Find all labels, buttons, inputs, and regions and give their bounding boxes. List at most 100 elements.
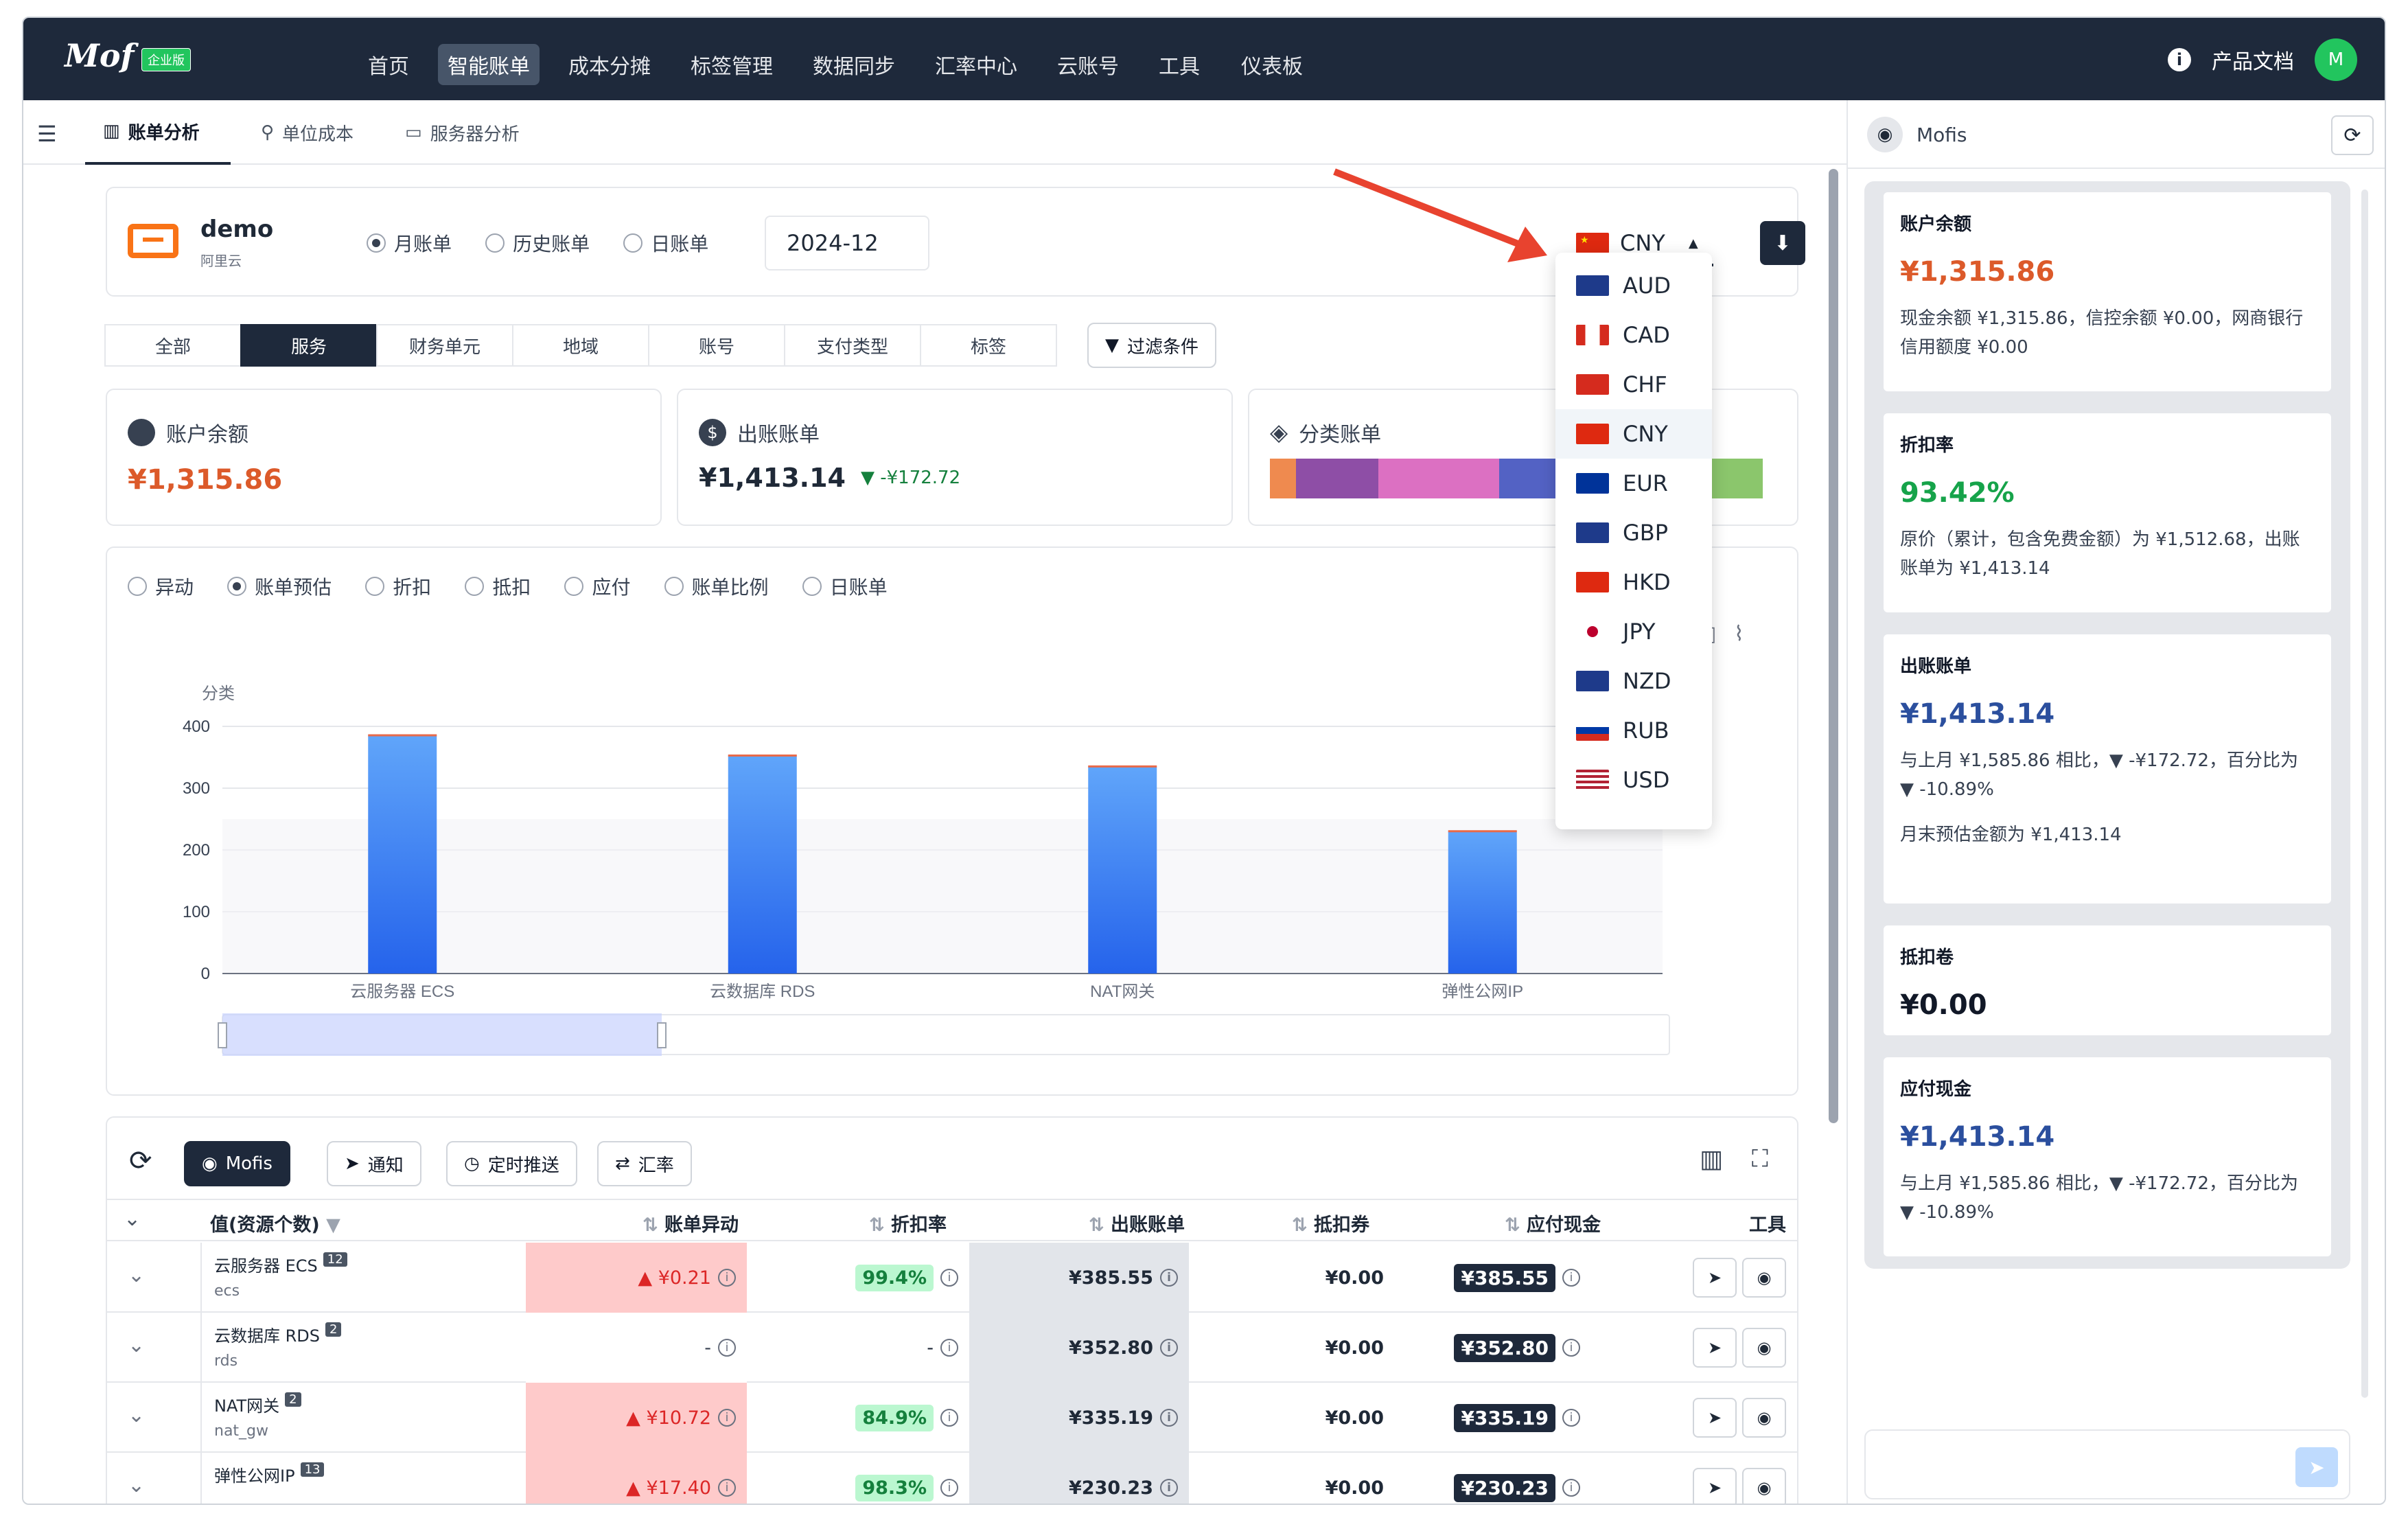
- expand-all-icon[interactable]: ⌄: [124, 1207, 141, 1231]
- dim-tag[interactable]: 标签: [920, 324, 1057, 367]
- avatar[interactable]: M: [2315, 38, 2357, 81]
- bill-label: 出账账单: [737, 423, 820, 447]
- currency-option-aud[interactable]: AUD: [1555, 261, 1712, 310]
- row-send-button[interactable]: ➤: [1693, 1328, 1737, 1368]
- panel-scrollbar[interactable]: [2361, 189, 2368, 1398]
- tab-server-analysis[interactable]: ▭ 服务器分析: [387, 100, 537, 165]
- col-cash[interactable]: ⇅ 应付现金: [1505, 1210, 1601, 1236]
- resource-count-badge: 2: [285, 1392, 301, 1407]
- side-card-desc: 与上月 ¥1,585.86 相比，▼ -¥172.72，百分比为 ▼ -10.8…: [1900, 1173, 2299, 1223]
- nav-exchange-rate[interactable]: 汇率中心: [925, 44, 1027, 85]
- opt-daily[interactable]: 日账单: [802, 573, 888, 600]
- opt-anomaly[interactable]: 异动: [128, 573, 194, 600]
- currency-option-cad[interactable]: CAD: [1555, 310, 1712, 360]
- gb-flag-icon: [1576, 522, 1609, 543]
- radio-history[interactable]: 历史账单: [485, 229, 590, 257]
- col-resource[interactable]: 值(资源个数) ▼: [210, 1210, 340, 1236]
- brand-logo[interactable]: Mof: [65, 37, 134, 74]
- download-button[interactable]: ⬇: [1760, 221, 1805, 265]
- mofis-button[interactable]: ◉ Mofis: [184, 1141, 290, 1186]
- nav-smart-bill[interactable]: 智能账单: [438, 44, 540, 85]
- currency-option-cny[interactable]: CNY: [1555, 409, 1712, 459]
- currency-option-hkd[interactable]: HKD: [1555, 557, 1712, 607]
- currency-code: EUR: [1623, 470, 1668, 496]
- fullscreen-icon[interactable]: ⛶: [1752, 1145, 1768, 1173]
- panel-refresh-button[interactable]: ⟳: [2331, 115, 2374, 155]
- row-mofis-button[interactable]: ◉: [1742, 1258, 1786, 1298]
- currency-option-chf[interactable]: CHF: [1555, 360, 1712, 409]
- currency-option-nzd[interactable]: NZD: [1555, 656, 1712, 706]
- opt-discount[interactable]: 折扣: [365, 573, 431, 600]
- col-discount[interactable]: ⇅ 折扣率: [869, 1210, 947, 1236]
- filter-button[interactable]: ▼ 过滤条件: [1087, 323, 1217, 368]
- month-picker[interactable]: 2024-12: [765, 216, 929, 270]
- notify-button[interactable]: ➤ 通知: [327, 1141, 421, 1186]
- expand-row-icon[interactable]: ⌄: [128, 1263, 145, 1287]
- y-tick-label: 200: [183, 841, 210, 860]
- dim-account[interactable]: 账号: [648, 324, 785, 367]
- dim-all[interactable]: 全部: [104, 324, 242, 367]
- notify-label: 通知: [367, 1155, 404, 1176]
- col-coupon[interactable]: ⇅ 抵扣券: [1292, 1210, 1369, 1236]
- exchange-rate-button[interactable]: ⇄ 汇率: [597, 1141, 692, 1186]
- tab-bill-analysis[interactable]: ▥ 账单分析: [85, 100, 231, 165]
- table-header: ⌄ 值(资源个数) ▼ ⇅ 账单异动 ⇅ 折扣率 ⇅ 出账账单 ⇅ 抵扣券 ⇅ …: [107, 1199, 1797, 1241]
- info-icon[interactable]: i: [2168, 48, 2191, 71]
- currency-option-usd[interactable]: USD: [1555, 755, 1712, 805]
- columns-icon[interactable]: ▥: [1700, 1145, 1723, 1173]
- currency-option-eur[interactable]: EUR: [1555, 459, 1712, 508]
- row-mofis-button[interactable]: ◉: [1742, 1328, 1786, 1368]
- nav-data-sync[interactable]: 数据同步: [803, 44, 905, 85]
- currency-code: CNY: [1623, 421, 1668, 447]
- row-send-button[interactable]: ➤: [1693, 1468, 1737, 1504]
- caret-up-icon: ▲: [1688, 235, 1698, 251]
- main-scrollbar[interactable]: [1829, 169, 1838, 1123]
- schedule-button[interactable]: ◷ 定时推送: [446, 1141, 577, 1186]
- chat-input[interactable]: ➤: [1864, 1429, 2350, 1499]
- nav-tag-management[interactable]: 标签管理: [681, 44, 783, 85]
- chart-options: 异动 账单预估 折扣 抵扣 应付 账单比例 日账单: [128, 573, 918, 600]
- col-change[interactable]: ⇅ 账单异动: [642, 1210, 739, 1236]
- resource-name: NAT网关 2: [214, 1392, 301, 1416]
- row-mofis-button[interactable]: ◉: [1742, 1398, 1786, 1438]
- line-chart-toggle-icon[interactable]: ⌇: [1734, 622, 1744, 646]
- nav-home[interactable]: 首页: [358, 44, 419, 85]
- discount-cell: -i: [747, 1313, 969, 1383]
- currency-option-jpy[interactable]: JPY: [1555, 607, 1712, 656]
- dim-service[interactable]: 服务: [240, 324, 378, 367]
- nav-tools[interactable]: 工具: [1149, 44, 1209, 85]
- expand-row-icon[interactable]: ⌄: [128, 1333, 145, 1357]
- opt-bill-ratio[interactable]: 账单比例: [664, 573, 769, 600]
- send-icon: ➤: [2308, 1455, 2325, 1479]
- row-mofis-button[interactable]: ◉: [1742, 1468, 1786, 1504]
- dim-finance-unit[interactable]: 财务单元: [376, 324, 513, 367]
- tab-unit-cost[interactable]: ⚲ 单位成本: [243, 100, 371, 165]
- currency-option-gbp[interactable]: GBP: [1555, 508, 1712, 557]
- dim-region[interactable]: 地域: [512, 324, 649, 367]
- nav-dashboard[interactable]: 仪表板: [1231, 44, 1312, 85]
- radio-monthly[interactable]: 月账单: [367, 229, 452, 257]
- docs-link[interactable]: 产品文档: [2212, 45, 2294, 75]
- nav-cloud-account[interactable]: 云账号: [1047, 44, 1128, 85]
- expand-row-icon[interactable]: ⌄: [128, 1473, 145, 1497]
- coupon-cell: ¥0.00: [1325, 1477, 1384, 1499]
- table-row[interactable]: ⌄ 云服务器 ECS 12 ecs ▲ ¥0.21 i 99.4% i ¥385.55 i ¥0.0…: [107, 1243, 1797, 1313]
- jp-flag-icon: [1576, 621, 1609, 642]
- col-bill[interactable]: ⇅ 出账账单: [1089, 1210, 1185, 1236]
- row-send-button[interactable]: ➤: [1693, 1258, 1737, 1298]
- row-send-button[interactable]: ➤: [1693, 1398, 1737, 1438]
- refresh-icon[interactable]: ⟳: [129, 1145, 152, 1177]
- menu-icon[interactable]: ☰: [37, 121, 57, 147]
- expand-row-icon[interactable]: ⌄: [128, 1403, 145, 1427]
- opt-bill-estimate[interactable]: 账单预估: [227, 573, 332, 600]
- opt-deduction[interactable]: 抵扣: [465, 573, 531, 600]
- currency-option-rub[interactable]: RUB: [1555, 706, 1712, 755]
- table-row[interactable]: ⌄ 弹性公网IP 13 ▲ ¥17.40 i 98.3% i ¥230.23 i ¥0.00 ¥23…: [107, 1453, 1797, 1504]
- opt-payable[interactable]: 应付: [564, 573, 630, 600]
- radio-daily[interactable]: 日账单: [623, 229, 708, 257]
- nav-cost-allocation[interactable]: 成本分摊: [559, 44, 660, 85]
- table-row[interactable]: ⌄ NAT网关 2 nat_gw ▲ ¥10.72 i 84.9% i ¥335.19 i ¥0.0…: [107, 1383, 1797, 1453]
- send-button[interactable]: ➤: [2295, 1447, 2338, 1487]
- dim-payment-type[interactable]: 支付类型: [784, 324, 921, 367]
- table-row[interactable]: ⌄ 云数据库 RDS 2 rds - i - i ¥352.80 i ¥0.00 ¥352.80 i ➤ ◉: [107, 1313, 1797, 1383]
